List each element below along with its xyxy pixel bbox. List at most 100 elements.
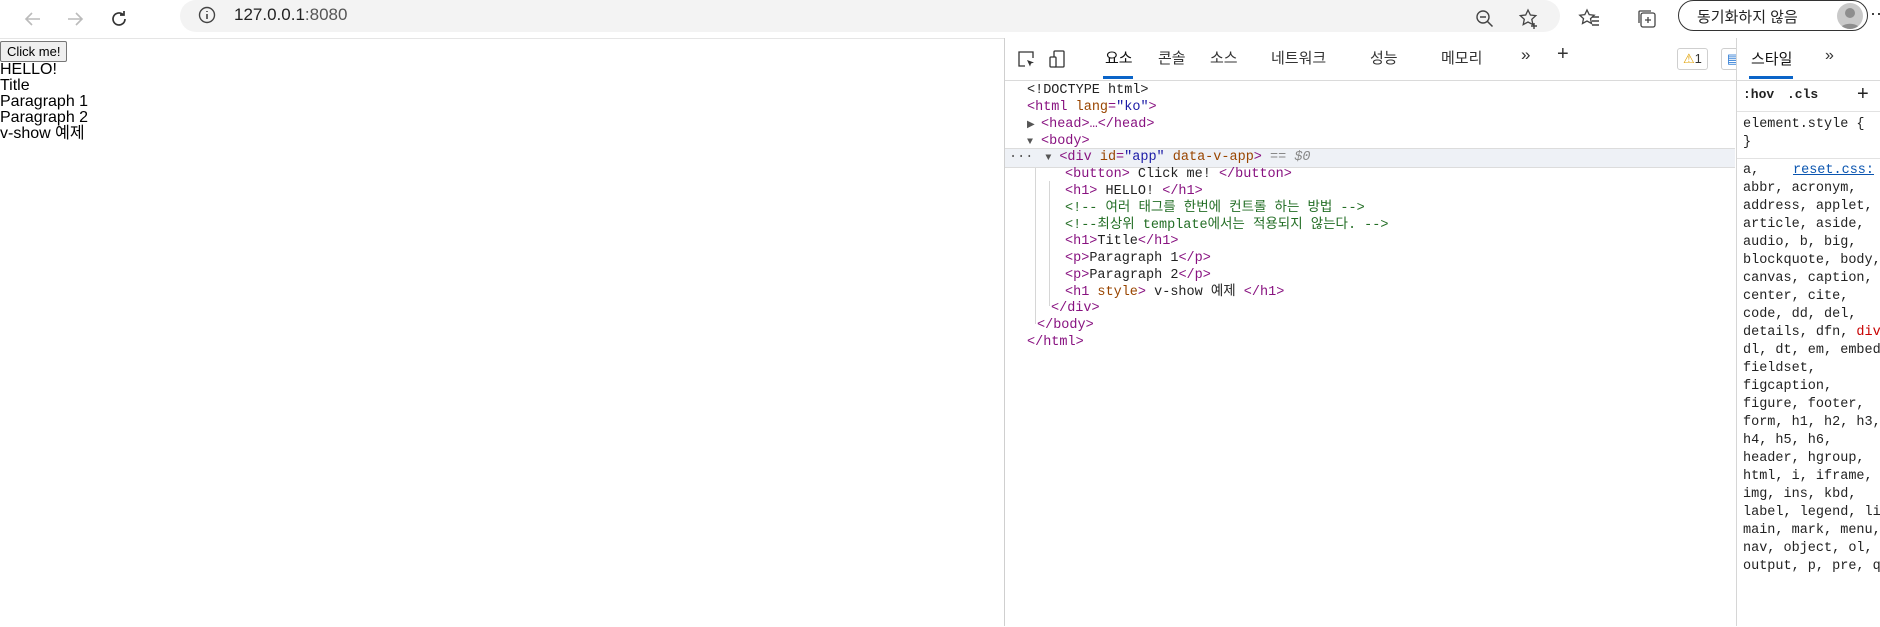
site-info-icon[interactable] (198, 6, 216, 24)
avatar (1837, 3, 1863, 29)
comment-2-text: <!--최상위 template에서는 적용되지 않는다. --> (1065, 218, 1389, 233)
styles-tab-bar: 스타일 » (1736, 38, 1880, 81)
doctype-text: <!DOCTYPE html> (1027, 83, 1149, 98)
tab-elements[interactable]: 요소 (1105, 47, 1133, 68)
head-collapsed-text: <head>…</head> (1041, 117, 1155, 132)
div-data-v-app-attr: data-v-app (1172, 150, 1254, 165)
tab-memory[interactable]: 메모리 (1441, 47, 1482, 68)
tab-sources[interactable]: 소스 (1210, 47, 1238, 68)
body-open-text: <body> (1041, 134, 1090, 149)
html-lang-attr: lang (1075, 100, 1109, 115)
div-id-value: "app" (1124, 150, 1165, 165)
p1-text: Paragraph 1 (1089, 251, 1179, 266)
page-content: HELLO! Title Paragraph 1 Paragraph 2 v-s… (0, 62, 88, 142)
collections-button[interactable] (1632, 4, 1662, 34)
favorites-button[interactable] (1574, 4, 1604, 34)
add-favorite-button[interactable] (1514, 4, 1544, 34)
button-text: Click me! (1129, 167, 1219, 182)
selector-line: abbr, acronym, (1743, 181, 1857, 196)
favorites-icon (1578, 8, 1599, 26)
selector-line: form, h1, h2, h3, (1743, 415, 1880, 430)
more-tabs-icon[interactable]: » (1521, 45, 1530, 65)
styles-pane: :hov .cls + element.style { } reset.css:… (1736, 81, 1880, 626)
selector-line: blockquote, body, (1743, 253, 1880, 268)
element-style-close: } (1743, 135, 1752, 150)
warning-icon: ⚠ (1683, 51, 1695, 66)
tab-performance[interactable]: 성능 (1370, 47, 1398, 68)
cls-toggle[interactable]: .cls (1787, 87, 1818, 102)
selector-line: figcaption, (1743, 379, 1833, 394)
address-port: :8080 (304, 5, 348, 24)
selector-line: figure, footer, (1743, 397, 1865, 412)
selector-line: details, dfn, div (1743, 325, 1880, 340)
selector-line: a, (1743, 163, 1760, 178)
selector-line: fieldset, (1743, 361, 1816, 376)
selector-line: canvas, caption, (1743, 271, 1873, 286)
selector-line: output, p, pre, q (1743, 559, 1880, 574)
selector-line: main, mark, menu, (1743, 523, 1880, 538)
selector-line: audio, b, big, (1743, 235, 1857, 250)
devtools-panel: 요소 콘솔 소스 네트워크 성능 메모리 » + ⚠1 ▤ 2 ⋯ <!DOCT… (1004, 38, 1880, 626)
styles-tab-indicator (1749, 76, 1793, 79)
h1-title-text: Title (1097, 234, 1138, 249)
selector-line: address, applet, (1743, 199, 1873, 214)
h1-hello-text: HELLO! (1097, 184, 1163, 199)
html-close-text: </html> (1027, 335, 1084, 350)
heading-hello: HELLO! (0, 61, 57, 78)
back-arrow-icon (24, 12, 40, 26)
profile-button[interactable]: 동기화하지 않음 (1678, 0, 1868, 31)
selected-node-marker: == $0 (1270, 150, 1311, 165)
new-style-rule-icon[interactable]: + (1857, 83, 1869, 106)
tab-console[interactable]: 콘솔 (1158, 47, 1186, 68)
h1-style-attr: style (1097, 285, 1138, 300)
selector-line: html, i, iframe, (1743, 469, 1873, 484)
reload-button[interactable] (104, 4, 134, 34)
paragraph-1: Paragraph 1 (0, 93, 89, 110)
selector-line: label, legend, li (1743, 505, 1880, 520)
more-side-tabs-icon[interactable]: » (1825, 47, 1834, 65)
selector-line: center, cite, (1743, 289, 1849, 304)
node-actions-icon[interactable]: ··· (1005, 150, 1033, 165)
selector-line: img, ins, kbd, (1743, 487, 1857, 502)
selector-line: header, hgroup, (1743, 451, 1865, 466)
add-tab-icon[interactable]: + (1557, 43, 1569, 66)
element-style-block[interactable]: element.style { } (1743, 116, 1865, 152)
active-tab-indicator (1103, 76, 1133, 79)
div-tag-name: div (1067, 150, 1092, 165)
profile-sync-label: 동기화하지 않음 (1697, 9, 1798, 26)
address-bar[interactable] (180, 0, 1560, 32)
back-button[interactable] (18, 4, 48, 34)
star-add-icon (1518, 8, 1538, 29)
heading-v-show: v-show 예제 (0, 125, 85, 142)
tree-node-html-close[interactable]: </html> (1005, 333, 1735, 353)
reload-icon (112, 11, 126, 26)
div-close-text: </div> (1051, 301, 1100, 316)
warnings-count: 1 (1694, 51, 1702, 66)
page-viewport: Click me! HELLO! Title Paragraph 1 Parag… (0, 38, 1004, 627)
hov-toggle[interactable]: :hov (1743, 87, 1774, 102)
forward-button[interactable] (60, 4, 90, 34)
address-text[interactable]: 127.0.0.1:8080 (234, 4, 347, 26)
inspect-element-icon[interactable] (1015, 48, 1037, 70)
forward-arrow-icon (68, 12, 84, 26)
address-host: 127.0.0.1 (234, 5, 305, 24)
h1-vshow-text: v-show 예제 (1146, 285, 1244, 300)
reset-css-selectors: a, abbr, acronym, address, applet, artic… (1743, 162, 1880, 576)
styles-filter-bar: :hov .cls + (1737, 81, 1880, 112)
warnings-badge[interactable]: ⚠1 (1677, 48, 1708, 70)
device-emulation-icon[interactable] (1047, 48, 1069, 70)
html-tag-name: html (1035, 100, 1068, 115)
paragraph-2: Paragraph 2 (0, 109, 89, 126)
divider (1737, 158, 1880, 159)
heading-title: Title (0, 77, 30, 94)
zoom-out-button[interactable] (1470, 4, 1500, 34)
selector-line: code, dd, del, (1743, 307, 1857, 322)
collections-icon (1638, 10, 1656, 28)
tab-styles[interactable]: 스타일 (1751, 48, 1792, 69)
selector-line: h4, h5, h6, (1743, 433, 1833, 448)
elements-tree: <!DOCTYPE html> <html lang="ko"> ▶ <head>… (1005, 81, 1735, 626)
tab-network[interactable]: 네트워크 (1271, 47, 1326, 68)
click-me-button[interactable]: Click me! (0, 41, 68, 62)
settings-more-icon[interactable]: ⋯ (1870, 4, 1880, 25)
div-id-attr: id (1099, 150, 1117, 165)
